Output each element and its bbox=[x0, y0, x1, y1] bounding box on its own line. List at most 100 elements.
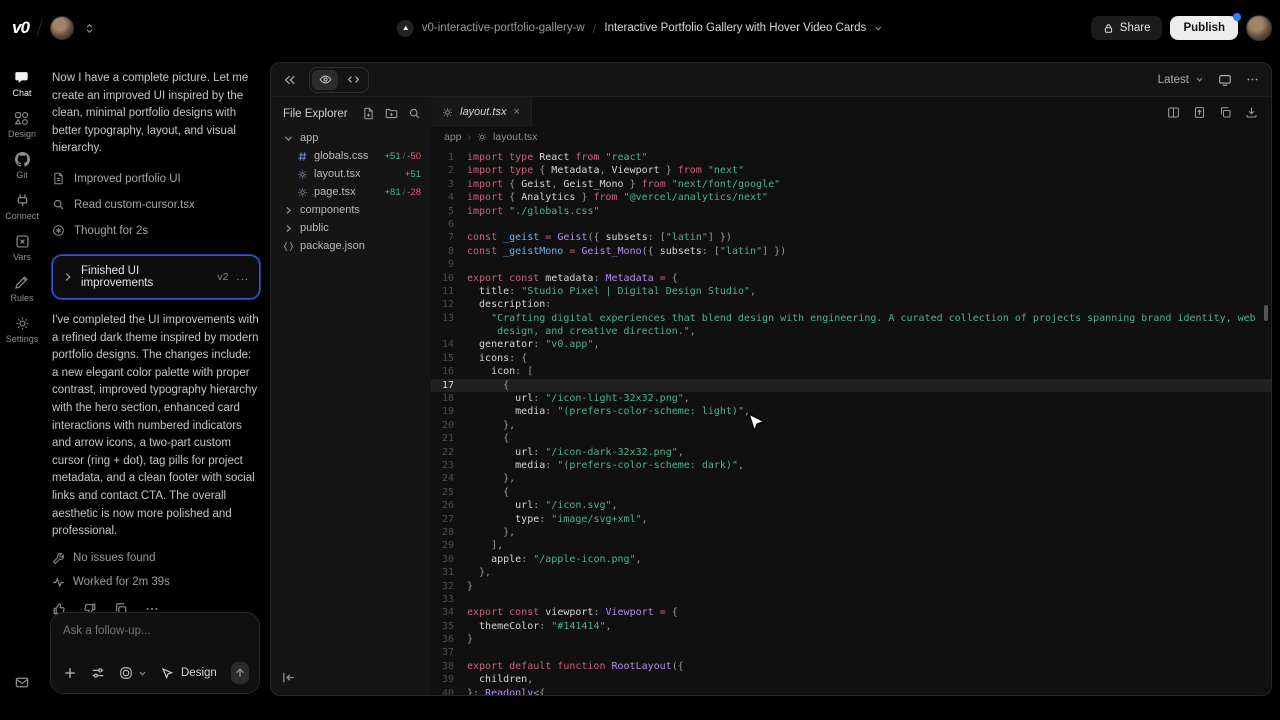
code-line[interactable]: 10export const metadata: Metadata = { bbox=[431, 272, 1271, 285]
new-folder-icon[interactable] bbox=[385, 107, 398, 120]
share-button[interactable]: Share bbox=[1091, 16, 1163, 40]
chevron-down-icon[interactable] bbox=[138, 669, 147, 678]
follow-up-input[interactable] bbox=[63, 625, 247, 637]
ellipsis-icon[interactable]: ... bbox=[236, 271, 249, 283]
new-file-icon[interactable] bbox=[362, 107, 375, 120]
code-line[interactable]: 26 url: "/icon.svg", bbox=[431, 499, 1271, 512]
send-button[interactable] bbox=[231, 662, 249, 684]
version-selector[interactable]: Latest bbox=[1158, 74, 1189, 86]
rail-item-vars[interactable]: Vars bbox=[13, 234, 31, 262]
project-name[interactable]: v0-interactive-portfolio-gallery-w bbox=[422, 22, 585, 34]
preview-toggle[interactable] bbox=[312, 70, 338, 90]
code-line[interactable]: 7const _geist = Geist({ subsets: ["latin… bbox=[431, 231, 1271, 244]
breadcrumb-root[interactable]: app bbox=[444, 131, 462, 143]
code-line[interactable]: 4import { Analytics } from "@vercel/anal… bbox=[431, 191, 1271, 204]
scrollbar-thumb[interactable] bbox=[1264, 305, 1268, 321]
code-line[interactable]: 27 type: "image/svg+xml", bbox=[431, 513, 1271, 526]
code-line[interactable]: 31 }, bbox=[431, 566, 1271, 579]
code-line[interactable]: 17 { bbox=[431, 379, 1271, 392]
mail-icon[interactable] bbox=[15, 675, 30, 690]
collapse-panel-icon[interactable] bbox=[281, 670, 296, 685]
code-line[interactable]: 6 bbox=[431, 218, 1271, 231]
code-line[interactable]: 19 media: "(prefers-color-scheme: light)… bbox=[431, 405, 1271, 418]
code-line[interactable]: 15 icons: { bbox=[431, 352, 1271, 365]
code-line[interactable]: 3import { Geist, Geist_Mono } from "next… bbox=[431, 178, 1271, 191]
code-line[interactable]: 13 "Crafting digital experiences that bl… bbox=[431, 312, 1271, 325]
code-line[interactable]: 34export const viewport: Viewport = { bbox=[431, 606, 1271, 619]
rail-item-rules[interactable]: Rules bbox=[10, 275, 33, 303]
close-tab-icon[interactable]: × bbox=[513, 106, 519, 118]
code-line[interactable]: design, and creative direction.", bbox=[431, 325, 1271, 338]
code-line[interactable]: 30 apple: "/apple-icon.png", bbox=[431, 553, 1271, 566]
chevron-down-icon[interactable] bbox=[874, 24, 883, 33]
settings-sliders-icon[interactable] bbox=[91, 666, 105, 680]
code-line[interactable]: 11 title: "Studio Pixel | Digital Design… bbox=[431, 285, 1271, 298]
code-line[interactable]: 20 }, bbox=[431, 419, 1271, 432]
tree-item-app[interactable]: app bbox=[283, 129, 421, 147]
code-line[interactable]: 36} bbox=[431, 633, 1271, 646]
tree-item-components[interactable]: components bbox=[283, 201, 421, 219]
design-mode-button[interactable]: Design bbox=[161, 667, 217, 680]
copy-icon[interactable] bbox=[1219, 106, 1232, 119]
tab-layout-tsx[interactable]: layout.tsx × bbox=[431, 97, 532, 127]
breadcrumb-file[interactable]: layout.tsx bbox=[493, 131, 537, 143]
code-line[interactable]: 25 { bbox=[431, 486, 1271, 499]
chat-title[interactable]: Interactive Portfolio Gallery with Hover… bbox=[604, 22, 866, 34]
search-icon[interactable] bbox=[408, 107, 421, 120]
split-view-icon[interactable] bbox=[1167, 106, 1180, 119]
code-line[interactable]: 14 generator: "v0.app", bbox=[431, 338, 1271, 351]
workspace-avatar[interactable] bbox=[50, 16, 74, 40]
assistant-step[interactable]: Thought for 2s bbox=[52, 218, 260, 244]
rail-item-chat[interactable]: Chat bbox=[12, 70, 31, 98]
rail-item-design[interactable]: Design bbox=[8, 111, 36, 139]
code-line[interactable]: 24 }, bbox=[431, 472, 1271, 485]
status-row[interactable]: No issues found bbox=[52, 552, 260, 565]
rail-item-git[interactable]: Git bbox=[15, 152, 30, 180]
code-line[interactable]: 21 { bbox=[431, 432, 1271, 445]
export-file-icon[interactable] bbox=[1193, 106, 1206, 119]
code-line[interactable]: 35 themeColor: "#141414", bbox=[431, 620, 1271, 633]
tree-item-globals-css[interactable]: globals.css+51/-50 bbox=[283, 147, 421, 165]
code-line[interactable]: 1import type React from "react" bbox=[431, 151, 1271, 164]
rail-item-connect[interactable]: Connect bbox=[5, 193, 39, 221]
task-card[interactable]: Finished UI improvements v2 ... bbox=[52, 255, 260, 299]
code-line[interactable]: 38export default function RootLayout({ bbox=[431, 660, 1271, 673]
publish-button[interactable]: Publish bbox=[1170, 16, 1238, 40]
tree-item-page-tsx[interactable]: page.tsx+81/-28 bbox=[283, 183, 421, 201]
code-line[interactable]: 29 ], bbox=[431, 539, 1271, 552]
code-line[interactable]: 37 bbox=[431, 646, 1271, 659]
code-line[interactable]: 12 description: bbox=[431, 298, 1271, 311]
code-line[interactable]: 40}: Readonly<{ bbox=[431, 687, 1271, 695]
code-line[interactable]: 33 bbox=[431, 593, 1271, 606]
code-line[interactable]: 16 icon: [ bbox=[431, 365, 1271, 378]
rail-item-settings[interactable]: Settings bbox=[6, 316, 39, 344]
code-line[interactable]: 9 bbox=[431, 258, 1271, 271]
code-line[interactable]: 28 }, bbox=[431, 526, 1271, 539]
code-line[interactable]: 32} bbox=[431, 580, 1271, 593]
code-line[interactable]: 18 url: "/icon-light-32x32.png", bbox=[431, 392, 1271, 405]
device-monitor-icon[interactable] bbox=[1218, 73, 1232, 87]
tree-item-layout-tsx[interactable]: layout.tsx+51 bbox=[283, 165, 421, 183]
more-options-icon[interactable] bbox=[1246, 73, 1259, 86]
add-attachment-icon[interactable] bbox=[63, 666, 77, 680]
code-text: icon: [ bbox=[467, 365, 533, 378]
code-line[interactable]: 2import type { Metadata, Viewport } from… bbox=[431, 164, 1271, 177]
status-row[interactable]: Worked for 2m 39s bbox=[52, 576, 260, 589]
tree-item-public[interactable]: public bbox=[283, 219, 421, 237]
code-line[interactable]: 39 children, bbox=[431, 673, 1271, 686]
select-updown-icon[interactable] bbox=[84, 23, 95, 34]
user-avatar[interactable] bbox=[1246, 15, 1272, 41]
assistant-step[interactable]: Improved portfolio UI bbox=[52, 166, 260, 192]
code-line[interactable]: 8const _geistMono = Geist_Mono({ subsets… bbox=[431, 245, 1271, 258]
assistant-step[interactable]: Read custom-cursor.tsx bbox=[52, 192, 260, 218]
v0-logo[interactable]: v0 bbox=[12, 18, 29, 38]
download-icon[interactable] bbox=[1245, 106, 1258, 119]
code-line[interactable]: 5import "./globals.css" bbox=[431, 205, 1271, 218]
vercel-triangle-icon[interactable] bbox=[397, 20, 414, 37]
code-line[interactable]: 23 media: "(prefers-color-scheme: dark)"… bbox=[431, 459, 1271, 472]
tree-item-package-json[interactable]: package.json bbox=[283, 237, 421, 255]
chevrons-left-icon[interactable] bbox=[283, 73, 297, 87]
code-line[interactable]: 22 url: "/icon-dark-32x32.png", bbox=[431, 446, 1271, 459]
theme-squircle-icon[interactable] bbox=[119, 666, 133, 680]
code-toggle[interactable] bbox=[340, 70, 366, 90]
